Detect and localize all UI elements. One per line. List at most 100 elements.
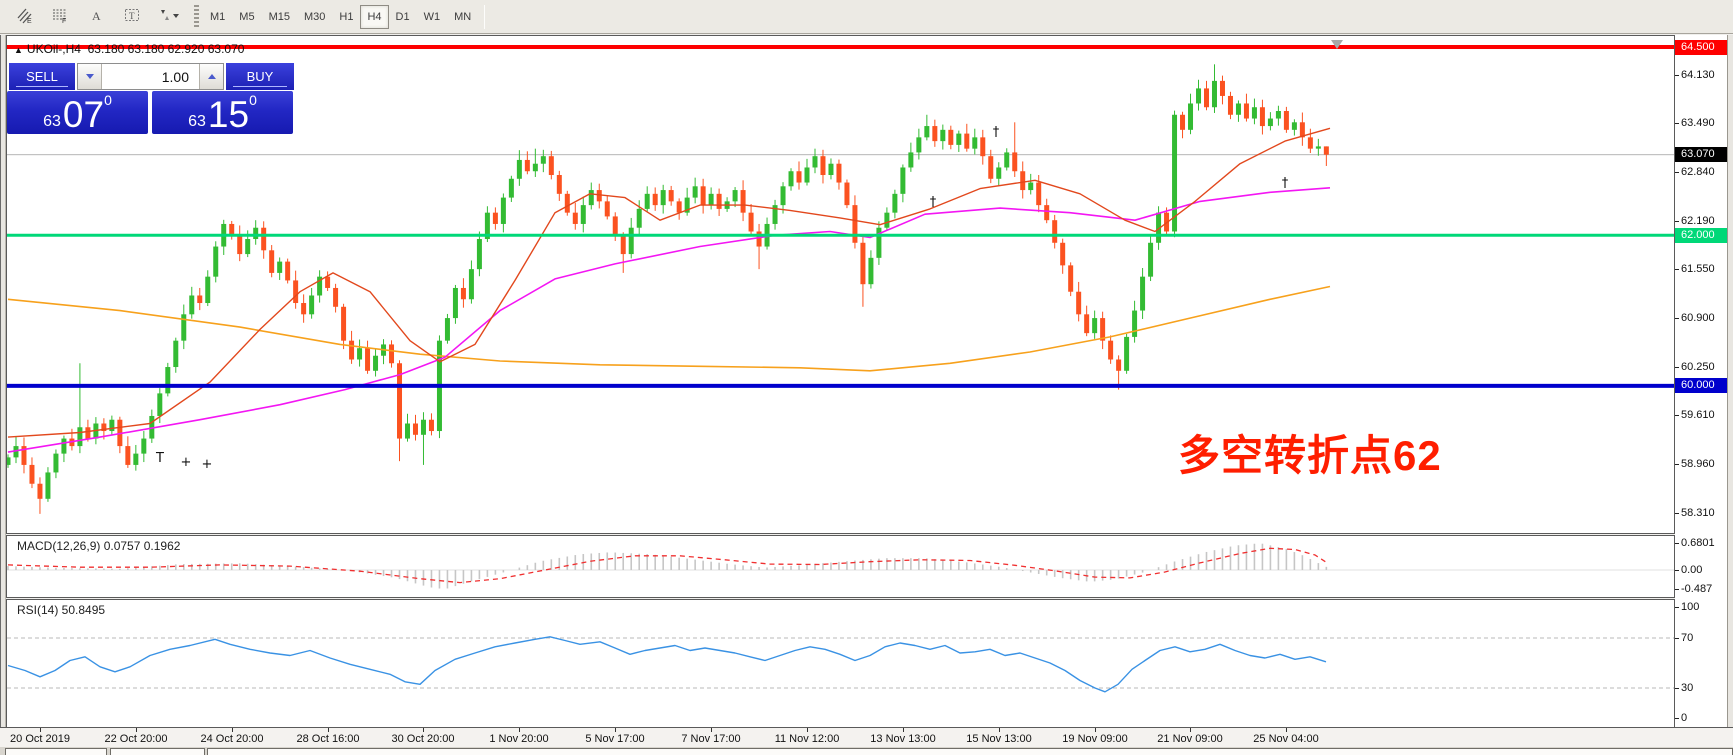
timeframes-group: M1M5M15M30H1H4D1W1MN: [203, 5, 478, 29]
equidistant-channel-tool-button[interactable]: E: [7, 4, 41, 30]
toolbar-separator: [484, 5, 485, 29]
time-tick-mark: [232, 728, 233, 732]
time-tick-mark: [1095, 728, 1096, 732]
axis-tick-label: 30: [1681, 682, 1693, 694]
text-tool-button[interactable]: A: [79, 4, 113, 30]
buy-price-pips: 15: [208, 100, 249, 130]
svg-text:F: F: [62, 18, 66, 24]
buy-price-handle: 63: [188, 114, 206, 130]
time-tick-label: 1 Nov 20:00: [489, 733, 548, 745]
axis-tick-label: 62.840: [1681, 166, 1715, 178]
time-tick-mark: [519, 728, 520, 732]
time-tick-label: 15 Nov 13:00: [966, 733, 1031, 745]
sell-price-pips: 07: [63, 100, 104, 130]
axis-tick-mark: [1675, 607, 1679, 608]
buy-price-point: 0: [249, 93, 257, 107]
price-badge: 63.070: [1675, 147, 1727, 162]
macd-pane[interactable]: [6, 535, 1675, 598]
axis-tick-mark: [1675, 415, 1679, 416]
svg-text:+: +: [181, 455, 192, 470]
time-tick-label: 30 Oct 20:00: [392, 733, 455, 745]
collapse-arrow-icon[interactable]: ▲: [14, 45, 23, 55]
sell-price-handle: 63: [43, 114, 61, 130]
time-tick-mark: [615, 728, 616, 732]
symbol-title: UKOil-,H4: [27, 42, 81, 56]
volume-input[interactable]: [102, 64, 199, 89]
volume-stepper: [77, 63, 224, 90]
timeframe-h1-button[interactable]: H1: [332, 5, 360, 29]
time-tick-label: 5 Nov 17:00: [585, 733, 644, 745]
timeframe-m5-button[interactable]: M5: [232, 5, 261, 29]
timeframe-m30-button[interactable]: M30: [297, 5, 332, 29]
time-tick-mark: [423, 728, 424, 732]
axis-tick-mark: [1675, 269, 1679, 270]
arrows-tool-button[interactable]: [151, 4, 185, 30]
time-tick-label: 21 Nov 09:00: [1157, 733, 1222, 745]
axis-tick-label: 62.190: [1681, 215, 1715, 227]
toolbar: E F AT M1M5M15M30H1H4D1W1MN: [0, 0, 1733, 34]
bottom-box: [5, 748, 107, 755]
svg-text:E: E: [27, 18, 32, 24]
equidistant-channel-tool-icon: E: [16, 7, 33, 27]
text-tool-icon: A: [88, 7, 105, 27]
timeframe-mn-button[interactable]: MN: [447, 5, 478, 29]
sell-button[interactable]: SELL: [9, 63, 75, 90]
fibonacci-tool-button[interactable]: F: [43, 4, 77, 30]
svg-text:†: †: [993, 125, 1000, 140]
price-badge: 64.500: [1675, 40, 1727, 55]
time-axis: 20 Oct 2019 22 Oct 20:00 24 Oct 20:00 28 Oc…: [0, 727, 1733, 747]
axis-tick-mark: [1675, 543, 1679, 544]
axis-tick-mark: [1675, 221, 1679, 222]
axis-tick-label: 0.00: [1681, 564, 1702, 576]
chart-symbol-readout: ▲ UKOil-,H4 63.180 63.180 62.920 63.070: [14, 42, 244, 56]
window-right-frame: [1727, 35, 1733, 747]
buy-price-display[interactable]: 63150: [152, 91, 293, 134]
time-tick-label: 13 Nov 13:00: [870, 733, 935, 745]
time-tick-label: 20 Oct 2019: [10, 733, 70, 745]
time-tick-mark: [711, 728, 712, 732]
timeframe-d1-button[interactable]: D1: [389, 5, 417, 29]
bottom-window-strip: [0, 747, 1733, 755]
time-tick-mark: [136, 728, 137, 732]
time-tick-label: 28 Oct 16:00: [297, 733, 360, 745]
bottom-box: [207, 748, 1733, 755]
time-tick-mark: [1190, 728, 1191, 732]
price-axis: 64.13063.49062.84062.19061.55060.90060.2…: [1675, 35, 1727, 747]
axis-tick-label: 70: [1681, 632, 1693, 644]
timeframe-w1-button[interactable]: W1: [417, 5, 448, 29]
ohlc-readout: 63.180 63.180 62.920 63.070: [88, 42, 245, 56]
axis-tick-mark: [1675, 589, 1679, 590]
rsi-pane[interactable]: [6, 599, 1675, 728]
buy-button-label: BUY: [247, 69, 274, 84]
timeframe-m1-button[interactable]: M1: [203, 5, 232, 29]
buy-button[interactable]: BUY: [226, 63, 294, 90]
drawing-tools-group: E F AT: [6, 4, 186, 30]
chart-annotation-text: 多空转折点62: [1178, 422, 1442, 483]
bottom-box: [110, 748, 205, 755]
timeframe-m15-button[interactable]: M15: [262, 5, 297, 29]
timeframe-h4-button[interactable]: H4: [360, 5, 388, 29]
time-tick-label: 22 Oct 20:00: [105, 733, 168, 745]
text-label-tool-button[interactable]: T: [115, 4, 149, 30]
axis-tick-label: 61.550: [1681, 263, 1715, 275]
time-tick-label: 24 Oct 20:00: [201, 733, 264, 745]
axis-tick-label: -0.487: [1681, 583, 1712, 595]
triangle-up-icon: [208, 74, 216, 79]
metatrader-window: EFAT M1M5M15M30H1H4D1W1MN T++††† 64.1306…: [0, 0, 1733, 755]
volume-decrease-button[interactable]: [78, 64, 102, 89]
price-badge: 62.000: [1675, 228, 1727, 243]
toolbar-drag-handle[interactable]: [194, 5, 199, 29]
fibonacci-tool-icon: F: [52, 7, 69, 27]
axis-tick-label: 0: [1681, 712, 1687, 724]
sell-price-display[interactable]: 63070: [7, 91, 148, 134]
svg-text:†: †: [930, 195, 937, 210]
volume-increase-button[interactable]: [199, 64, 223, 89]
axis-tick-mark: [1675, 718, 1679, 719]
axis-tick-mark: [1675, 638, 1679, 639]
axis-tick-mark: [1675, 513, 1679, 514]
axis-tick-label: 60.250: [1681, 361, 1715, 373]
rsi-label: RSI(14) 50.8495: [17, 603, 105, 617]
time-tick-label: 7 Nov 17:00: [681, 733, 740, 745]
arrows-tool-icon: [156, 7, 180, 27]
axis-tick-mark: [1675, 172, 1679, 173]
